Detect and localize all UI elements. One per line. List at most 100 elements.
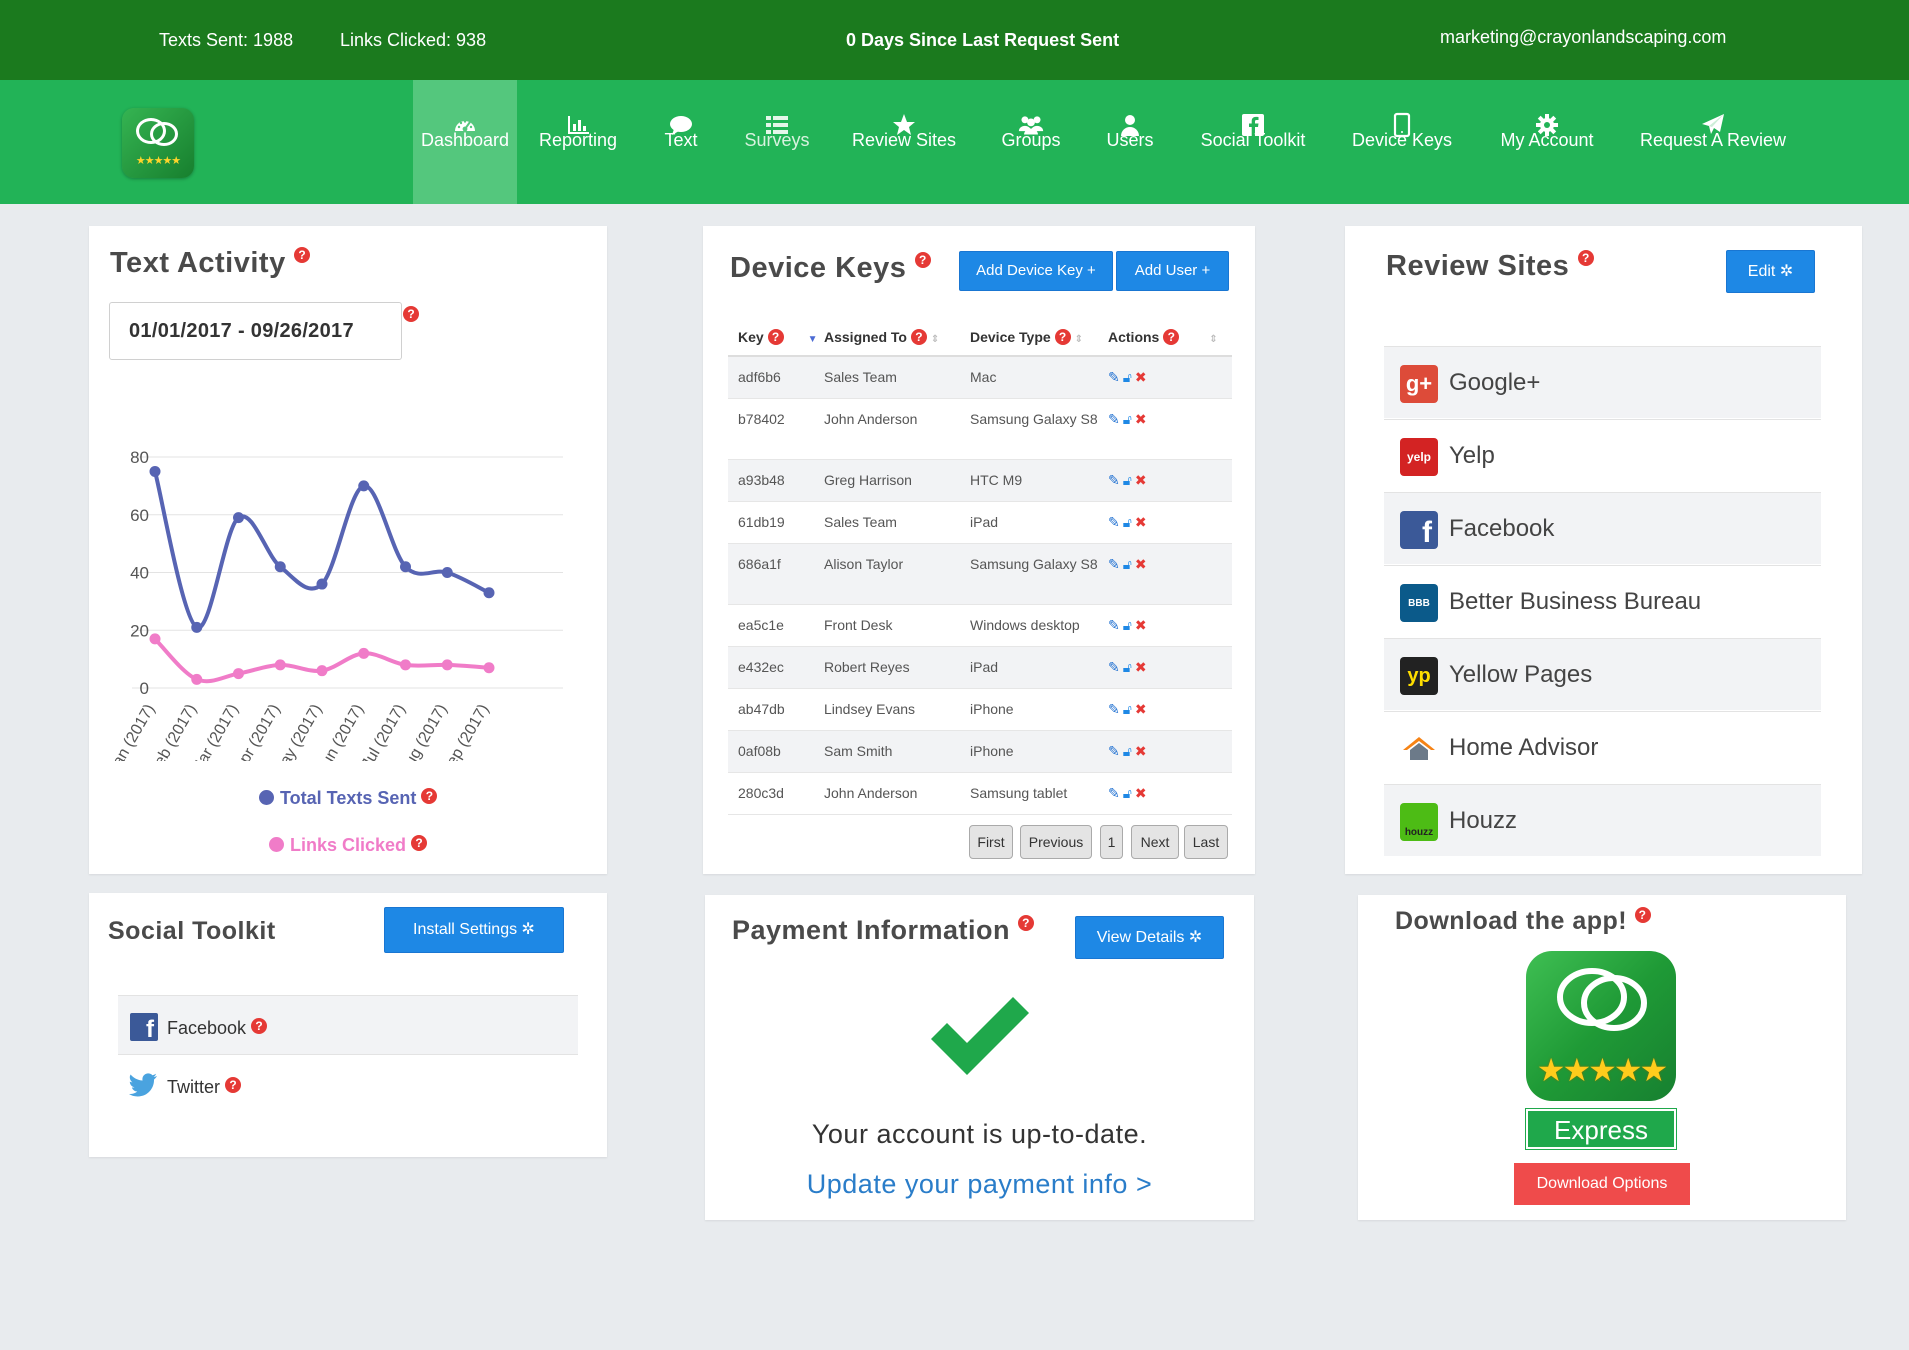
delete-icon[interactable]: ✖ bbox=[1135, 617, 1147, 633]
table-row[interactable]: 280c3d John Anderson Samsung tablet ✎ 🔓︎ ✖ bbox=[728, 772, 1232, 815]
review-site-houzz[interactable]: houzz Houzz bbox=[1384, 784, 1821, 856]
help-icon[interactable]: ? bbox=[1018, 915, 1035, 931]
nav-groups[interactable]: Groups bbox=[997, 80, 1065, 204]
unlock-icon[interactable]: 🔓︎ bbox=[1123, 659, 1132, 675]
help-icon[interactable]: ? bbox=[767, 328, 784, 345]
edit-pencil-icon[interactable]: ✎ bbox=[1108, 701, 1120, 717]
social-item-twitter[interactable]: Twitter ? bbox=[118, 1055, 578, 1115]
nav-device-keys[interactable]: Device Keys bbox=[1350, 80, 1454, 204]
pager-next-button[interactable]: Next bbox=[1131, 825, 1179, 859]
column-header-key[interactable]: Key ? ▼ bbox=[728, 318, 824, 357]
delete-icon[interactable]: ✖ bbox=[1135, 411, 1147, 427]
delete-icon[interactable]: ✖ bbox=[1135, 785, 1147, 801]
install-settings-button[interactable]: Install Settings ✲ bbox=[384, 907, 564, 953]
nav-users[interactable]: Users bbox=[1098, 80, 1162, 204]
delete-icon[interactable]: ✖ bbox=[1135, 369, 1147, 385]
delete-icon[interactable]: ✖ bbox=[1135, 659, 1147, 675]
delete-icon[interactable]: ✖ bbox=[1135, 701, 1147, 717]
update-payment-link[interactable]: Update your payment info > bbox=[705, 1169, 1254, 1200]
edit-pencil-icon[interactable]: ✎ bbox=[1108, 743, 1120, 759]
app-logo[interactable]: ★★★★★ bbox=[122, 108, 194, 178]
nav-text[interactable]: Text bbox=[652, 80, 710, 204]
legend-links-clicked[interactable]: Links Clicked ? bbox=[269, 835, 428, 856]
edit-pencil-icon[interactable]: ✎ bbox=[1108, 785, 1120, 801]
add-device-key-button[interactable]: Add Device Key + bbox=[959, 251, 1113, 291]
table-row[interactable]: e432ec Robert Reyes iPad ✎ 🔓︎ ✖ bbox=[728, 646, 1232, 689]
help-icon[interactable]: ? bbox=[225, 1077, 242, 1093]
column-header-assigned-to[interactable]: Assigned To ? ⇕ bbox=[824, 318, 970, 357]
review-site-google-plus[interactable]: g+ Google+ bbox=[1384, 346, 1821, 418]
legend-total-texts[interactable]: Total Texts Sent ? bbox=[259, 788, 438, 809]
edit-pencil-icon[interactable]: ✎ bbox=[1108, 514, 1120, 530]
edit-pencil-icon[interactable]: ✎ bbox=[1108, 556, 1120, 572]
help-icon[interactable]: ? bbox=[1634, 907, 1651, 923]
nav-reporting[interactable]: Reporting bbox=[528, 80, 628, 204]
delete-icon[interactable]: ✖ bbox=[1135, 472, 1147, 488]
account-email[interactable]: marketing@crayonlandscaping.com bbox=[1440, 27, 1726, 48]
review-site-facebook[interactable]: f Facebook bbox=[1384, 492, 1821, 564]
table-row[interactable]: ab47db Lindsey Evans iPhone ✎ 🔓︎ ✖ bbox=[728, 688, 1232, 731]
column-header-actions[interactable]: Actions ? ⇕ bbox=[1108, 318, 1232, 357]
unlock-icon[interactable]: 🔓︎ bbox=[1123, 556, 1132, 572]
sort-desc-icon[interactable]: ▼ bbox=[808, 334, 818, 345]
nav-review-sites[interactable]: Review Sites bbox=[848, 80, 960, 204]
edit-pencil-icon[interactable]: ✎ bbox=[1108, 411, 1120, 427]
unlock-icon[interactable]: 🔓︎ bbox=[1123, 472, 1132, 488]
help-icon[interactable]: ? bbox=[914, 252, 931, 268]
edit-pencil-icon[interactable]: ✎ bbox=[1108, 472, 1120, 488]
help-icon[interactable]: ? bbox=[421, 788, 438, 804]
sort-icon[interactable]: ⇕ bbox=[1209, 334, 1217, 345]
help-icon[interactable]: ? bbox=[403, 306, 419, 322]
unlock-icon[interactable]: 🔓︎ bbox=[1123, 743, 1132, 759]
pager-first-button[interactable]: First bbox=[969, 825, 1013, 859]
table-row[interactable]: adf6b6 Sales Team Mac ✎ 🔓︎ ✖ bbox=[728, 356, 1232, 399]
pager-previous-button[interactable]: Previous bbox=[1020, 825, 1092, 859]
social-item-facebook[interactable]: f Facebook ? bbox=[118, 995, 578, 1055]
help-icon[interactable]: ? bbox=[251, 1018, 268, 1034]
review-site-home-advisor[interactable]: Home Advisor bbox=[1384, 711, 1821, 783]
edit-pencil-icon[interactable]: ✎ bbox=[1108, 369, 1120, 385]
delete-icon[interactable]: ✖ bbox=[1135, 556, 1147, 572]
pager-last-button[interactable]: Last bbox=[1184, 825, 1228, 859]
pager-page-button[interactable]: 1 bbox=[1100, 825, 1123, 859]
help-icon[interactable]: ? bbox=[1054, 328, 1071, 345]
table-row[interactable]: 61db19 Sales Team iPad ✎ 🔓︎ ✖ bbox=[728, 501, 1232, 544]
table-row[interactable]: 686a1f Alison Taylor Samsung Galaxy S8 ✎ 🔓︎ ✖ bbox=[728, 543, 1232, 605]
nav-my-account[interactable]: My Account bbox=[1494, 80, 1600, 204]
table-row[interactable]: a93b48 Greg Harrison HTC M9 ✎ 🔓︎ ✖ bbox=[728, 459, 1232, 502]
unlock-icon[interactable]: 🔓︎ bbox=[1123, 411, 1132, 427]
app-icon[interactable]: ★★★★★ bbox=[1526, 951, 1676, 1101]
review-site-yellow-pages[interactable]: yp Yellow Pages bbox=[1384, 638, 1821, 710]
help-icon[interactable]: ? bbox=[1163, 328, 1180, 345]
help-icon[interactable]: ? bbox=[294, 247, 311, 263]
unlock-icon[interactable]: 🔓︎ bbox=[1123, 701, 1132, 717]
date-range-input[interactable]: 01/01/2017 - 09/26/2017 bbox=[109, 302, 402, 360]
nav-social-toolkit[interactable]: Social Toolkit bbox=[1195, 80, 1311, 204]
table-row[interactable]: b78402 John Anderson Samsung Galaxy S8 ✎ 🔓︎ ✖ bbox=[728, 398, 1232, 460]
review-site-yelp[interactable]: yelp Yelp bbox=[1384, 419, 1821, 491]
help-icon[interactable]: ? bbox=[411, 835, 428, 851]
review-site-bbb[interactable]: BBB Better Business Bureau bbox=[1384, 565, 1821, 637]
nav-surveys[interactable]: Surveys bbox=[735, 80, 819, 204]
edit-pencil-icon[interactable]: ✎ bbox=[1108, 659, 1120, 675]
unlock-icon[interactable]: 🔓︎ bbox=[1123, 617, 1132, 633]
edit-pencil-icon[interactable]: ✎ bbox=[1108, 617, 1120, 633]
edit-review-sites-button[interactable]: Edit ✲ bbox=[1726, 250, 1815, 293]
delete-icon[interactable]: ✖ bbox=[1135, 743, 1147, 759]
table-row[interactable]: 0af08b Sam Smith iPhone ✎ 🔓︎ ✖ bbox=[728, 730, 1232, 773]
unlock-icon[interactable]: 🔓︎ bbox=[1123, 785, 1132, 801]
nav-request-review[interactable]: Request A Review bbox=[1638, 80, 1788, 204]
add-user-button[interactable]: Add User + bbox=[1116, 251, 1229, 291]
delete-icon[interactable]: ✖ bbox=[1135, 514, 1147, 530]
sort-icon[interactable]: ⇕ bbox=[931, 334, 939, 345]
unlock-icon[interactable]: 🔓︎ bbox=[1123, 369, 1132, 385]
table-row[interactable]: ea5c1e Front Desk Windows desktop ✎ 🔓︎ ✖ bbox=[728, 604, 1232, 647]
unlock-icon[interactable]: 🔓︎ bbox=[1123, 514, 1132, 530]
column-header-device-type[interactable]: Device Type ? ⇕ bbox=[970, 318, 1108, 357]
download-options-button[interactable]: Download Options bbox=[1514, 1163, 1690, 1205]
sort-icon[interactable]: ⇕ bbox=[1075, 334, 1083, 345]
help-icon[interactable]: ? bbox=[910, 328, 927, 345]
view-details-button[interactable]: View Details ✲ bbox=[1075, 916, 1224, 959]
help-icon[interactable]: ? bbox=[1577, 250, 1594, 266]
nav-dashboard[interactable]: Dashboard bbox=[413, 80, 517, 204]
